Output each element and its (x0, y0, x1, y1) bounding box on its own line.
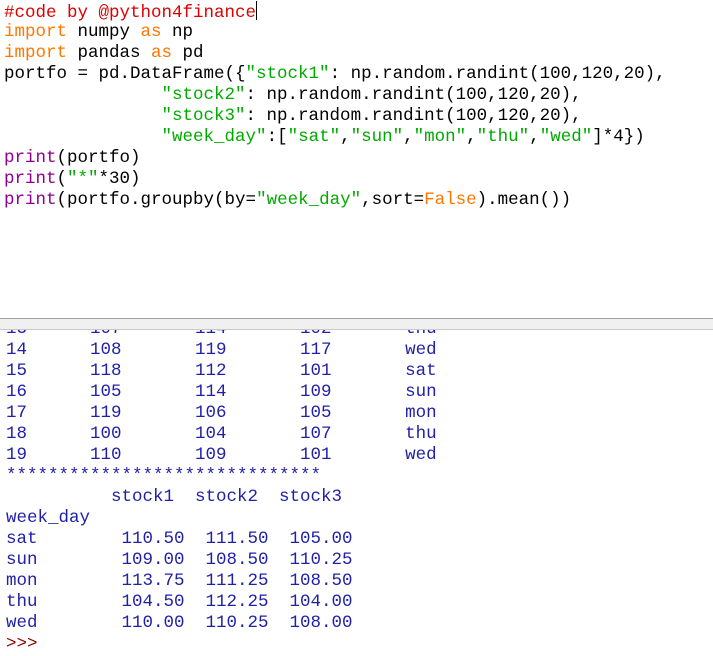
code-token: : np.random.randint(100,120,20), (245, 106, 582, 126)
shell-output-line: sat 110.50 111.50 105.00 (6, 529, 353, 549)
shell-output-line: 14 108 119 117 wed (6, 340, 437, 360)
code-token: portfo = pd.DataFrame({ (4, 64, 246, 84)
code-token: "thu" (476, 127, 530, 147)
code-token: "week_day" (161, 127, 267, 147)
code-token: as (140, 22, 162, 42)
code-token: print (4, 169, 57, 189)
pane-divider[interactable] (0, 318, 713, 330)
code-token: , (340, 127, 351, 147)
shell-output-line: 15 118 112 101 sat (6, 361, 437, 381)
code-line[interactable]: print(portfo.groupby(by="week_day",sort=… (4, 190, 571, 211)
code-token: "wed" (539, 127, 593, 147)
code-token: print (4, 190, 57, 210)
shell-output-line: 16 105 114 109 sun (6, 382, 437, 402)
code-editor[interactable]: #code by @python4finance import numpy as … (0, 0, 713, 318)
code-line[interactable]: "stock3": np.random.randint(100,120,20), (4, 106, 582, 127)
shell-output-line: mon 113.75 111.25 108.50 (6, 571, 353, 591)
shell-output-line: stock1 stock2 stock3 (6, 487, 343, 507)
code-line[interactable]: "week_day":["sat","sun","mon","thu","wed… (4, 127, 645, 148)
shell-output-line: 18 100 104 107 thu (6, 424, 437, 444)
code-line[interactable]: "stock2": np.random.randint(100,120,20), (4, 85, 582, 106)
code-token: "mon" (413, 127, 467, 147)
code-token: np (161, 22, 194, 42)
code-token: , (529, 127, 540, 147)
code-token: import (4, 22, 68, 42)
code-token: as (151, 43, 173, 63)
code-token: : np.random.randint(100,120,20), (329, 64, 666, 84)
code-line[interactable]: print(portfo) (4, 148, 141, 169)
code-token: pandas (67, 43, 152, 63)
code-token: import (4, 43, 68, 63)
code-token: "*" (67, 169, 99, 189)
code-token: ]*4}) (592, 127, 645, 147)
shell-output-line: 19 110 109 101 wed (6, 445, 437, 465)
code-token: pd (172, 43, 204, 63)
shell-output-line: 17 119 106 105 mon (6, 403, 437, 423)
code-token: ( (56, 169, 68, 189)
code-token: ).mean()) (476, 190, 572, 210)
code-token: , (466, 127, 477, 147)
shell-output[interactable]: 13 107 114 102 thu14 108 119 117 wed15 1… (0, 330, 713, 656)
code-token: "sat" (287, 127, 341, 147)
shell-output-line: sun 109.00 108.50 110.25 (6, 550, 353, 570)
code-line[interactable]: import numpy as np (4, 22, 193, 43)
code-token: "stock1" (245, 64, 330, 84)
code-token: "sun" (350, 127, 404, 147)
code-token: #code by @python4finance (4, 3, 257, 23)
code-token: : np.random.randint(100,120,20), (245, 85, 582, 105)
shell-output-line: ****************************** (6, 466, 322, 486)
code-line[interactable]: print("*"*30) (4, 169, 141, 190)
code-token: :[ (266, 127, 288, 147)
shell-output-line: 13 107 114 102 thu (6, 330, 437, 340)
shell-output-line: week_day (6, 508, 91, 528)
code-token: *30) (98, 169, 141, 189)
code-token: ,sort= (361, 190, 425, 210)
shell-prompt[interactable]: >>> (6, 634, 38, 655)
code-token: , (403, 127, 414, 147)
text-cursor (256, 1, 258, 20)
code-line[interactable]: import pandas as pd (4, 43, 204, 64)
code-token: False (424, 190, 477, 210)
code-token: "stock3" (161, 106, 246, 126)
shell-output-line: thu 104.50 112.25 104.00 (6, 592, 353, 612)
code-line[interactable]: #code by @python4finance (4, 1, 258, 23)
code-token: "stock2" (161, 85, 246, 105)
shell-output-line: wed 110.00 110.25 108.00 (6, 613, 353, 633)
code-token: (portfo) (56, 148, 141, 168)
code-token: (portfo.groupby(by= (56, 190, 257, 210)
code-token: print (4, 148, 57, 168)
code-token: numpy (67, 22, 141, 42)
code-line[interactable]: portfo = pd.DataFrame({"stock1": np.rand… (4, 64, 666, 85)
code-token: "week_day" (256, 190, 362, 210)
